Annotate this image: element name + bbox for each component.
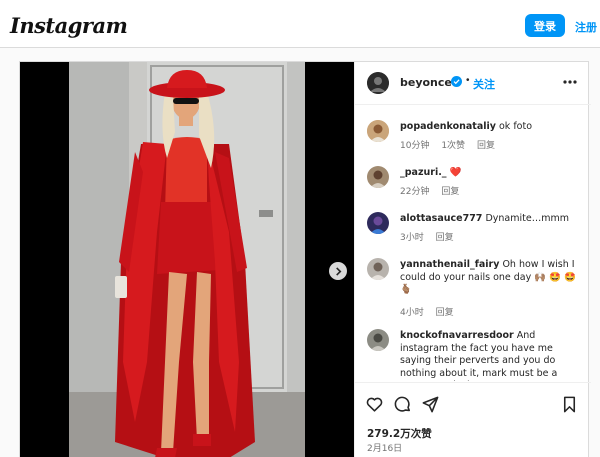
comment-meta: 10分钟 1次赞 回复 (400, 138, 504, 151)
commenter-avatar[interactable] (367, 212, 389, 234)
login-button[interactable]: 登录 (525, 14, 565, 37)
comment-username[interactable]: alottasauce777 (400, 213, 482, 224)
comment-time: 22分钟 (400, 187, 430, 197)
instagram-logo[interactable]: Instagram (10, 13, 128, 38)
commenter-avatar[interactable] (367, 166, 389, 188)
signup-link[interactable]: 注册 (575, 19, 597, 35)
dot-separator: • (466, 75, 470, 86)
comment-time: 4小时 (400, 308, 424, 318)
comment-text-row: knockofnavarresdoor And instagram the fa… (400, 330, 580, 381)
author-username[interactable]: beyonce (400, 76, 452, 89)
comment-time: 3小时 (400, 233, 424, 243)
commenter-avatar[interactable] (367, 258, 389, 280)
comment-time: 10分钟 (400, 141, 430, 151)
post-media[interactable] (20, 62, 354, 457)
commenter-avatar[interactable] (367, 120, 389, 142)
comment-text: ❤️ (449, 167, 462, 178)
comment-text-row: popadenkonataliy ok foto (400, 121, 580, 134)
comment-text: ok foto (499, 121, 533, 132)
verified-badge-icon (451, 76, 462, 87)
comment-icon[interactable] (393, 395, 412, 414)
comment-text-row: yannathenail_fairy Oh how I wish I could… (400, 259, 580, 297)
post-actions: 279.2万次赞 2月16日 (355, 382, 591, 457)
commenter-avatar[interactable] (367, 329, 389, 351)
comment-likes[interactable]: 1次赞 (441, 141, 465, 151)
top-bar: Instagram 登录 注册 (0, 0, 600, 48)
post-photo (69, 62, 305, 457)
comment-meta: 4小时 回复 (400, 305, 463, 318)
likes-count[interactable]: 279.2万次赞 (367, 426, 432, 441)
comment-text-row: _pazuri._ ❤️ (400, 167, 580, 180)
reply-button[interactable]: 回复 (477, 141, 495, 151)
comments-list[interactable]: popadenkonataliy ok foto 10分钟 1次赞 回复 _pa… (355, 105, 591, 381)
follow-button[interactable]: 关注 (473, 76, 495, 92)
heart-icon[interactable] (365, 395, 384, 414)
post-date: 2月16日 (367, 444, 403, 454)
comment-username[interactable]: popadenkonataliy (400, 121, 496, 132)
comment-meta: 22分钟 回复 (400, 184, 468, 197)
comment-text: Dynamite…mmm (485, 213, 569, 224)
comment-meta: 3小时 回复 (400, 230, 463, 243)
post-card: beyonce • 关注 popadenkonataliy ok foto 10… (19, 61, 591, 457)
share-icon[interactable] (421, 395, 440, 414)
more-options-icon[interactable] (560, 74, 580, 90)
chevron-right-icon (335, 266, 341, 276)
comment-username[interactable]: _pazuri._ (400, 167, 447, 178)
next-image-button[interactable] (329, 262, 347, 280)
bookmark-icon[interactable] (560, 395, 579, 414)
post-side-panel: beyonce • 关注 popadenkonataliy ok foto 10… (354, 62, 591, 457)
reply-button[interactable]: 回复 (436, 233, 454, 243)
post-header: beyonce • 关注 (355, 62, 591, 105)
reply-button[interactable]: 回复 (441, 187, 459, 197)
author-avatar[interactable] (367, 72, 389, 94)
comment-username[interactable]: knockofnavarresdoor (400, 330, 514, 341)
reply-button[interactable]: 回复 (436, 308, 454, 318)
comment-text-row: alottasauce777 Dynamite…mmm (400, 213, 580, 226)
comment-username[interactable]: yannathenail_fairy (400, 259, 499, 270)
